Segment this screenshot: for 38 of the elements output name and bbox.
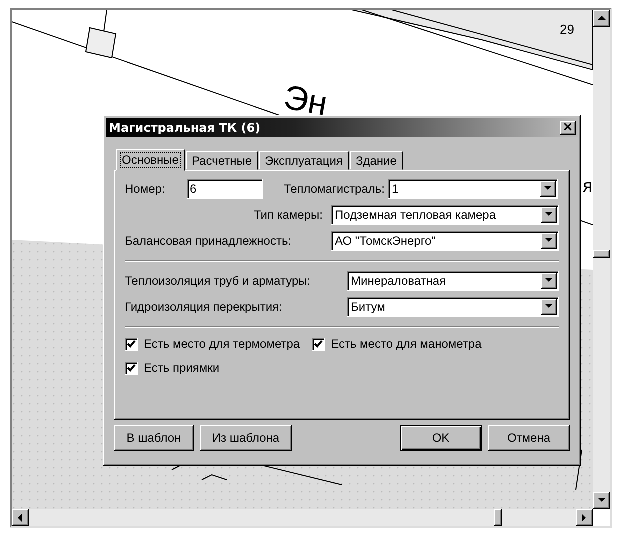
- scroll-thumb[interactable]: [593, 250, 610, 258]
- field-label: Балансовая принадлежность:: [125, 234, 292, 248]
- field-label: Гидроизоляция перекрытия:: [125, 300, 282, 314]
- dropdown[interactable]: 1: [388, 179, 558, 199]
- tab[interactable]: Основные: [116, 149, 185, 171]
- tab[interactable]: Здание: [350, 151, 403, 170]
- dropdown[interactable]: Подземная тепловая камера: [331, 205, 559, 225]
- scroll-thumb[interactable]: [494, 509, 502, 526]
- dropdown[interactable]: Минераловатная: [347, 271, 559, 291]
- dialog-button[interactable]: Из шаблона: [200, 425, 292, 451]
- tab[interactable]: Эксплуатация: [259, 151, 349, 170]
- dropdown[interactable]: АО "ТомскЭнерго": [331, 231, 559, 251]
- map-label: я: [583, 176, 593, 197]
- checkbox-label: Есть место для манометра: [331, 337, 482, 351]
- checkbox-label: Есть место для термометра: [144, 337, 300, 351]
- checkbox[interactable]: [125, 362, 138, 374]
- check-icon: [127, 340, 136, 348]
- tab[interactable]: Расчетные: [186, 151, 258, 170]
- field-label: Номер:: [125, 182, 166, 196]
- field-label: Теплоизоляция труб и арматуры:: [125, 274, 311, 288]
- horizontal-scrollbar[interactable]: [12, 509, 593, 526]
- dropdown[interactable]: Битум: [347, 297, 559, 317]
- check-icon: [314, 340, 324, 348]
- field-label: Тип камеры:: [254, 208, 324, 222]
- close-button[interactable]: ×: [560, 120, 576, 134]
- map-label: Эн: [280, 78, 330, 124]
- field-label: Тепломагистраль:: [282, 182, 386, 196]
- number-field[interactable]: 6: [187, 179, 263, 199]
- dialog-button[interactable]: OK: [400, 425, 482, 451]
- check-icon: [127, 364, 136, 372]
- vertical-scrollbar[interactable]: [593, 10, 610, 509]
- checkbox[interactable]: [125, 338, 138, 350]
- checkbox[interactable]: [312, 338, 326, 350]
- checkbox-label: Есть приямки: [144, 361, 220, 375]
- dialog-button[interactable]: В шаблон: [114, 425, 194, 451]
- window-title: Магистральная ТК (6): [109, 120, 261, 134]
- map-label: 29: [560, 22, 574, 37]
- dialog-button[interactable]: Отмена: [488, 425, 570, 451]
